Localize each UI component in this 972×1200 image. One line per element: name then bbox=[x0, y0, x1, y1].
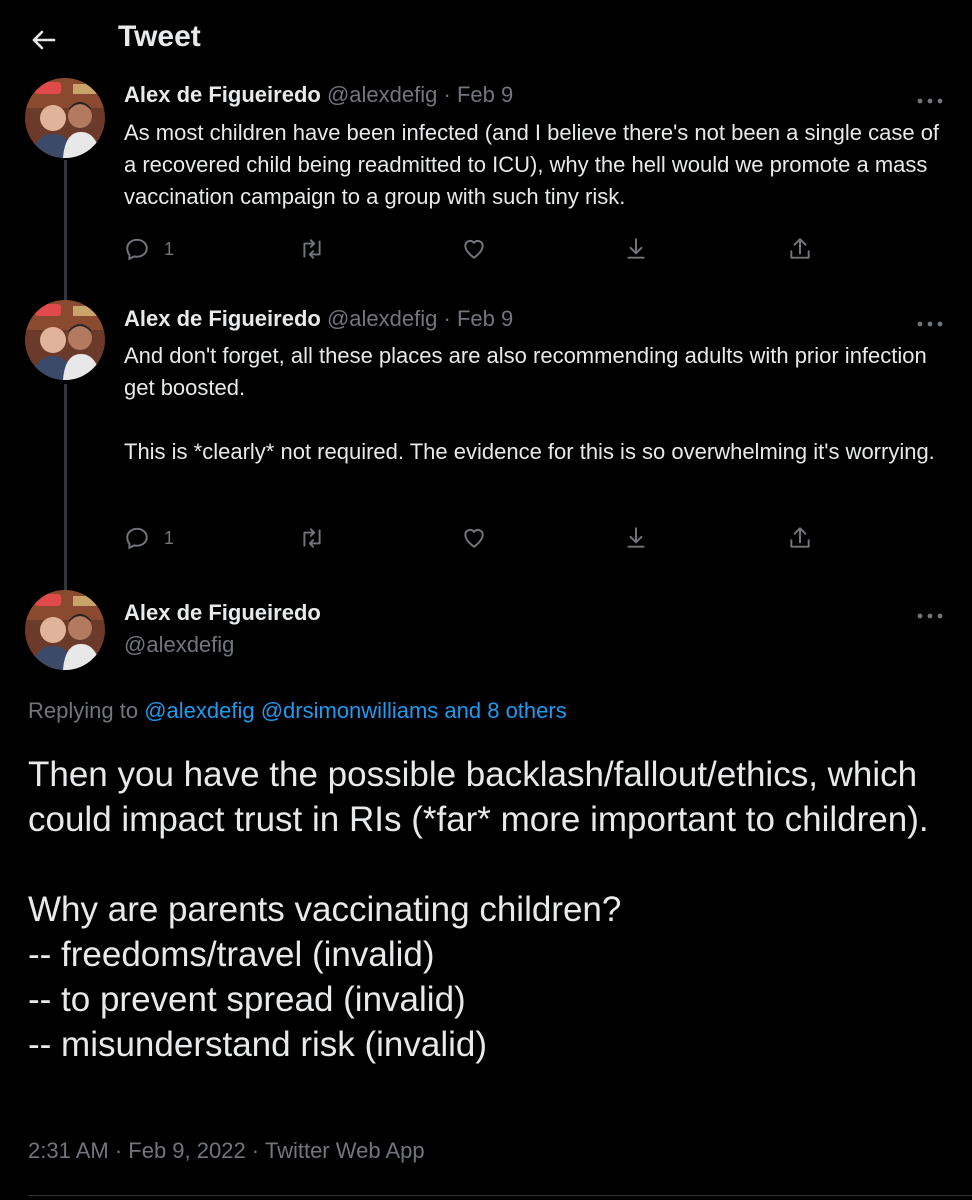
tweet-actions: 1 bbox=[124, 233, 844, 265]
replying-to: Replying to @alexdefig @drsimonwilliams … bbox=[28, 698, 567, 724]
tweet-text: And don't forget, all these places are a… bbox=[124, 343, 935, 464]
heart-icon bbox=[464, 528, 484, 548]
reply-button[interactable]: 1 bbox=[124, 233, 174, 265]
author-handle[interactable]: @alexdefig bbox=[327, 306, 437, 331]
avatar[interactable] bbox=[25, 590, 105, 670]
tweet-date[interactable]: Feb 9 bbox=[457, 82, 513, 107]
reply-count: 1 bbox=[164, 238, 175, 259]
thread-line bbox=[64, 384, 67, 594]
heart-icon bbox=[464, 239, 484, 259]
like-button[interactable] bbox=[461, 233, 487, 265]
main-tweet-text: Then you have the possible backlash/fall… bbox=[28, 755, 929, 1064]
divider bbox=[28, 1195, 972, 1196]
page-title: Tweet bbox=[118, 20, 201, 53]
author-handle[interactable]: @alexdefig bbox=[327, 82, 437, 107]
separator: · bbox=[443, 82, 451, 107]
author-name[interactable]: Alex de Figueiredo bbox=[124, 82, 321, 107]
replying-prefix: Replying to bbox=[28, 698, 139, 723]
more-icon bbox=[917, 613, 943, 619]
like-button[interactable] bbox=[461, 522, 487, 554]
retweet-button[interactable] bbox=[299, 522, 325, 554]
tweet-header: Alex de Figueiredo @alexdefig · Feb 9 bbox=[124, 306, 513, 332]
share-icon bbox=[790, 527, 810, 548]
avatar[interactable] bbox=[25, 78, 105, 158]
retweet-icon bbox=[303, 528, 321, 548]
tweet-header: Alex de Figueiredo @alexdefig · Feb 9 bbox=[124, 82, 513, 108]
tweet-text: As most children have been infected (and… bbox=[124, 120, 940, 209]
more-icon bbox=[917, 321, 943, 327]
avatar[interactable] bbox=[25, 300, 105, 380]
download-icon bbox=[627, 527, 645, 548]
author-handle[interactable]: @alexdefig bbox=[124, 632, 234, 658]
tweet-date[interactable]: Feb 9 bbox=[457, 306, 513, 331]
more-icon bbox=[917, 98, 943, 104]
tweet-meta[interactable]: 2:31 AM · Feb 9, 2022 · Twitter Web App bbox=[28, 1138, 425, 1164]
share-icon bbox=[790, 238, 810, 259]
more-options-button[interactable] bbox=[916, 608, 944, 619]
top-bar: Tweet bbox=[0, 0, 972, 80]
tweet-actions: 1 bbox=[124, 522, 844, 554]
author-name[interactable]: Alex de Figueiredo bbox=[124, 600, 321, 626]
reply-icon bbox=[126, 238, 148, 261]
reply-button[interactable]: 1 bbox=[124, 522, 174, 554]
bookmark-button[interactable] bbox=[623, 233, 649, 265]
reply-count: 1 bbox=[164, 527, 175, 548]
more-options-button[interactable] bbox=[916, 316, 944, 327]
author-name[interactable]: Alex de Figueiredo bbox=[124, 306, 321, 331]
reply-icon bbox=[126, 527, 148, 550]
separator: · bbox=[443, 306, 451, 331]
arrow-left-icon bbox=[32, 30, 56, 50]
share-button[interactable] bbox=[787, 233, 813, 265]
share-button[interactable] bbox=[787, 522, 813, 554]
thread-line bbox=[64, 160, 67, 300]
back-button[interactable] bbox=[28, 24, 60, 56]
replying-links[interactable]: @alexdefig @drsimonwilliams and 8 others bbox=[144, 698, 567, 723]
retweet-button[interactable] bbox=[299, 233, 325, 265]
retweet-icon bbox=[303, 239, 321, 259]
more-options-button[interactable] bbox=[916, 93, 944, 104]
bookmark-button[interactable] bbox=[623, 522, 649, 554]
download-icon bbox=[627, 238, 645, 259]
